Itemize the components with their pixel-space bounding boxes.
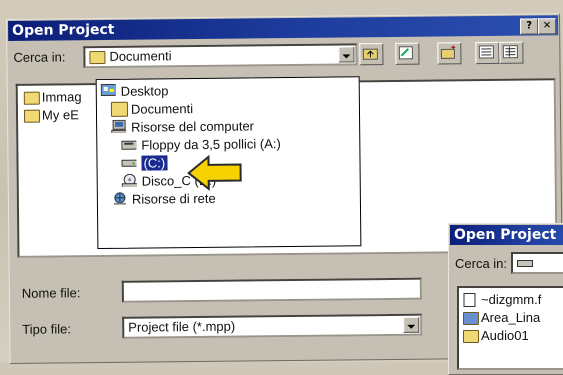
new-folder-button[interactable] <box>437 42 461 64</box>
computer-icon <box>111 120 126 133</box>
second-look-in-label: Cerca in: <box>455 256 507 271</box>
look-in-value: Documenti <box>109 48 171 64</box>
details-view-icon <box>500 43 520 61</box>
floppy-icon <box>121 138 136 151</box>
chevron-down-icon[interactable] <box>338 46 354 62</box>
folder-icon <box>463 312 479 325</box>
help-button[interactable]: ? <box>520 18 538 34</box>
dialog-title: Open Project <box>12 22 114 39</box>
cd-drive-icon <box>122 174 137 187</box>
chevron-down-icon[interactable] <box>403 317 419 333</box>
file-type-label: Tipo file: <box>22 321 71 337</box>
hard-drive-icon <box>121 156 136 169</box>
file-name-label: Nome file: <box>22 285 81 301</box>
file-name: Immag <box>42 89 82 104</box>
file-type-value: Project file (*.mpp) <box>128 319 235 335</box>
close-button[interactable]: ✕ <box>538 18 556 34</box>
new-folder-icon <box>438 43 458 61</box>
photo-background: Open Project ? ✕ Cerca in: Documenti <box>0 0 563 362</box>
web-search-icon <box>396 44 416 62</box>
folder-icon <box>463 330 479 343</box>
second-title-bar: Open Project <box>450 225 563 245</box>
second-dialog-title: Open Project <box>454 227 556 243</box>
folder-open-icon <box>111 102 128 117</box>
second-look-in-combo[interactable] <box>511 252 563 274</box>
file-type-select[interactable]: Project file (*.mpp) <box>122 314 422 339</box>
callout-arrow-icon <box>184 153 244 194</box>
folder-icon <box>24 110 40 123</box>
file-name-input[interactable] <box>122 278 422 303</box>
hard-drive-icon <box>517 257 533 269</box>
desktop-icon <box>101 84 116 97</box>
details-view-button[interactable] <box>499 42 523 64</box>
up-folder-icon <box>360 44 380 62</box>
folder-open-icon <box>89 51 105 64</box>
up-one-level-button[interactable] <box>359 43 383 65</box>
list-view-icon <box>476 43 496 61</box>
list-view-button[interactable] <box>475 42 499 64</box>
title-bar: Open Project ? ✕ <box>8 15 558 41</box>
network-icon <box>112 192 127 205</box>
search-web-button[interactable] <box>395 43 419 65</box>
file-name: My eE <box>42 107 79 122</box>
second-file-list[interactable]: ~dizgmm.f Area_Lina Audio01 <box>457 286 563 370</box>
folder-icon <box>24 92 40 105</box>
second-open-project-dialog: Open Project Cerca in: ~dizgmm.f Area_Li… <box>448 223 563 375</box>
look-in-label: Cerca in: <box>13 49 65 65</box>
file-icon <box>463 293 477 307</box>
look-in-combo[interactable]: Documenti <box>83 43 357 68</box>
